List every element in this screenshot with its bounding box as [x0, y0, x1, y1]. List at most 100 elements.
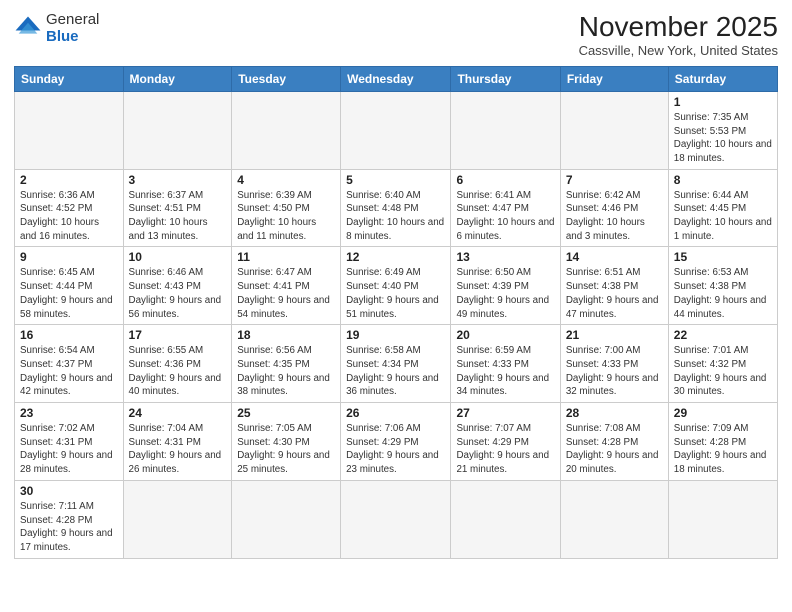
calendar-cell: 22 Sunrise: 7:01 AM Sunset: 4:32 PM Dayli…: [668, 325, 777, 403]
day-info: Sunrise: 6:36 AM Sunset: 4:52 PM Dayligh…: [20, 189, 118, 244]
day-number: 10: [129, 250, 227, 264]
day-number: 12: [346, 250, 445, 264]
calendar-cell: [123, 91, 232, 169]
day-info: Sunrise: 6:37 AM Sunset: 4:51 PM Dayligh…: [129, 189, 227, 244]
calendar-cell: 5Sunrise: 6:40 AM Sunset: 4:48 PM Daylig…: [341, 169, 451, 247]
day-number: 20: [456, 328, 554, 342]
day-of-week-header: Saturday: [668, 66, 777, 91]
day-number: 6: [456, 173, 554, 187]
calendar-cell: 28 Sunrise: 7:08 AM Sunset: 4:28 PM Dayli…: [560, 403, 668, 481]
calendar-cell: 30Sunrise: 7:11 AM Sunset: 4:28 PM Dayli…: [15, 480, 124, 558]
calendar-week-row: 2 Sunrise: 6:36 AM Sunset: 4:52 PM Daylig…: [15, 169, 778, 247]
day-info: Sunrise: 6:44 AM Sunset: 4:45 PM Dayligh…: [674, 189, 772, 244]
day-number: 1: [674, 95, 772, 109]
day-info: Sunrise: 7:02 AM Sunset: 4:31 PM Dayligh…: [20, 422, 118, 477]
calendar-cell: 23 Sunrise: 7:02 AM Sunset: 4:31 PM Dayli…: [15, 403, 124, 481]
day-number: 7: [566, 173, 663, 187]
day-of-week-header: Thursday: [451, 66, 560, 91]
calendar-cell: 25 Sunrise: 7:05 AM Sunset: 4:30 PM Dayli…: [232, 403, 341, 481]
calendar-cell: 3 Sunrise: 6:37 AM Sunset: 4:51 PM Daylig…: [123, 169, 232, 247]
day-number: 2: [20, 173, 118, 187]
day-info: Sunrise: 6:42 AM Sunset: 4:46 PM Dayligh…: [566, 189, 663, 244]
calendar-week-row: 23 Sunrise: 7:02 AM Sunset: 4:31 PM Dayli…: [15, 403, 778, 481]
calendar-cell: 10 Sunrise: 6:46 AM Sunset: 4:43 PM Dayli…: [123, 247, 232, 325]
calendar-week-row: 30Sunrise: 7:11 AM Sunset: 4:28 PM Dayli…: [15, 480, 778, 558]
day-info: Sunrise: 7:04 AM Sunset: 4:31 PM Dayligh…: [129, 422, 227, 477]
day-info: Sunrise: 7:05 AM Sunset: 4:30 PM Dayligh…: [237, 422, 335, 477]
calendar-cell: 8 Sunrise: 6:44 AM Sunset: 4:45 PM Daylig…: [668, 169, 777, 247]
calendar-cell: [341, 480, 451, 558]
day-info: Sunrise: 7:01 AM Sunset: 4:32 PM Dayligh…: [674, 344, 772, 399]
day-number: 14: [566, 250, 663, 264]
calendar-cell: 11 Sunrise: 6:47 AM Sunset: 4:41 PM Dayli…: [232, 247, 341, 325]
day-number: 9: [20, 250, 118, 264]
day-info: Sunrise: 6:45 AM Sunset: 4:44 PM Dayligh…: [20, 266, 118, 321]
day-info: Sunrise: 6:55 AM Sunset: 4:36 PM Dayligh…: [129, 344, 227, 399]
day-number: 3: [129, 173, 227, 187]
day-info: Sunrise: 7:08 AM Sunset: 4:28 PM Dayligh…: [566, 422, 663, 477]
calendar-cell: 19Sunrise: 6:58 AM Sunset: 4:34 PM Dayli…: [341, 325, 451, 403]
day-of-week-header: Monday: [123, 66, 232, 91]
day-number: 4: [237, 173, 335, 187]
day-number: 15: [674, 250, 772, 264]
day-number: 28: [566, 406, 663, 420]
day-number: 23: [20, 406, 118, 420]
day-number: 18: [237, 328, 335, 342]
calendar-cell: 4 Sunrise: 6:39 AM Sunset: 4:50 PM Daylig…: [232, 169, 341, 247]
day-number: 24: [129, 406, 227, 420]
header: General Blue November 2025 Cassville, Ne…: [14, 12, 778, 58]
calendar-cell: 13Sunrise: 6:50 AM Sunset: 4:39 PM Dayli…: [451, 247, 560, 325]
calendar-header-row: SundayMondayTuesdayWednesdayThursdayFrid…: [15, 66, 778, 91]
calendar-week-row: 1 Sunrise: 7:35 AM Sunset: 5:53 PM Daylig…: [15, 91, 778, 169]
calendar-cell: 1 Sunrise: 7:35 AM Sunset: 5:53 PM Daylig…: [668, 91, 777, 169]
day-number: 30: [20, 484, 118, 498]
day-number: 21: [566, 328, 663, 342]
calendar-cell: [560, 480, 668, 558]
month-title: November 2025: [579, 12, 778, 43]
calendar-cell: [451, 480, 560, 558]
day-info: Sunrise: 6:50 AM Sunset: 4:39 PM Dayligh…: [456, 266, 554, 321]
day-number: 26: [346, 406, 445, 420]
day-number: 11: [237, 250, 335, 264]
day-of-week-header: Friday: [560, 66, 668, 91]
calendar-cell: [668, 480, 777, 558]
day-info: Sunrise: 6:47 AM Sunset: 4:41 PM Dayligh…: [237, 266, 335, 321]
calendar-cell: 2 Sunrise: 6:36 AM Sunset: 4:52 PM Daylig…: [15, 169, 124, 247]
calendar-page: General Blue November 2025 Cassville, Ne…: [0, 0, 792, 612]
calendar-cell: [15, 91, 124, 169]
day-info: Sunrise: 7:07 AM Sunset: 4:29 PM Dayligh…: [456, 422, 554, 477]
day-info: Sunrise: 7:06 AM Sunset: 4:29 PM Dayligh…: [346, 422, 445, 477]
calendar-cell: 29Sunrise: 7:09 AM Sunset: 4:28 PM Dayli…: [668, 403, 777, 481]
day-of-week-header: Tuesday: [232, 66, 341, 91]
day-info: Sunrise: 6:58 AM Sunset: 4:34 PM Dayligh…: [346, 344, 445, 399]
day-info: Sunrise: 7:35 AM Sunset: 5:53 PM Dayligh…: [674, 111, 772, 166]
calendar-cell: [232, 480, 341, 558]
logo-text: General Blue: [46, 12, 99, 45]
day-info: Sunrise: 7:09 AM Sunset: 4:28 PM Dayligh…: [674, 422, 772, 477]
day-number: 5: [346, 173, 445, 187]
day-of-week-header: Wednesday: [341, 66, 451, 91]
day-number: 17: [129, 328, 227, 342]
calendar-cell: 20Sunrise: 6:59 AM Sunset: 4:33 PM Dayli…: [451, 325, 560, 403]
location-subtitle: Cassville, New York, United States: [579, 43, 778, 58]
day-info: Sunrise: 6:39 AM Sunset: 4:50 PM Dayligh…: [237, 189, 335, 244]
day-number: 22: [674, 328, 772, 342]
day-info: Sunrise: 6:41 AM Sunset: 4:47 PM Dayligh…: [456, 189, 554, 244]
calendar-week-row: 9 Sunrise: 6:45 AM Sunset: 4:44 PM Daylig…: [15, 247, 778, 325]
calendar-cell: 12Sunrise: 6:49 AM Sunset: 4:40 PM Dayli…: [341, 247, 451, 325]
day-info: Sunrise: 6:53 AM Sunset: 4:38 PM Dayligh…: [674, 266, 772, 321]
calendar-cell: 6 Sunrise: 6:41 AM Sunset: 4:47 PM Daylig…: [451, 169, 560, 247]
day-number: 27: [456, 406, 554, 420]
day-number: 8: [674, 173, 772, 187]
title-block: November 2025 Cassville, New York, Unite…: [579, 12, 778, 58]
calendar-cell: [341, 91, 451, 169]
day-number: 25: [237, 406, 335, 420]
day-info: Sunrise: 6:56 AM Sunset: 4:35 PM Dayligh…: [237, 344, 335, 399]
day-info: Sunrise: 6:46 AM Sunset: 4:43 PM Dayligh…: [129, 266, 227, 321]
day-of-week-header: Sunday: [15, 66, 124, 91]
calendar-cell: 21Sunrise: 7:00 AM Sunset: 4:33 PM Dayli…: [560, 325, 668, 403]
calendar-cell: 18 Sunrise: 6:56 AM Sunset: 4:35 PM Dayli…: [232, 325, 341, 403]
calendar-cell: [451, 91, 560, 169]
calendar-cell: [560, 91, 668, 169]
calendar-cell: [232, 91, 341, 169]
